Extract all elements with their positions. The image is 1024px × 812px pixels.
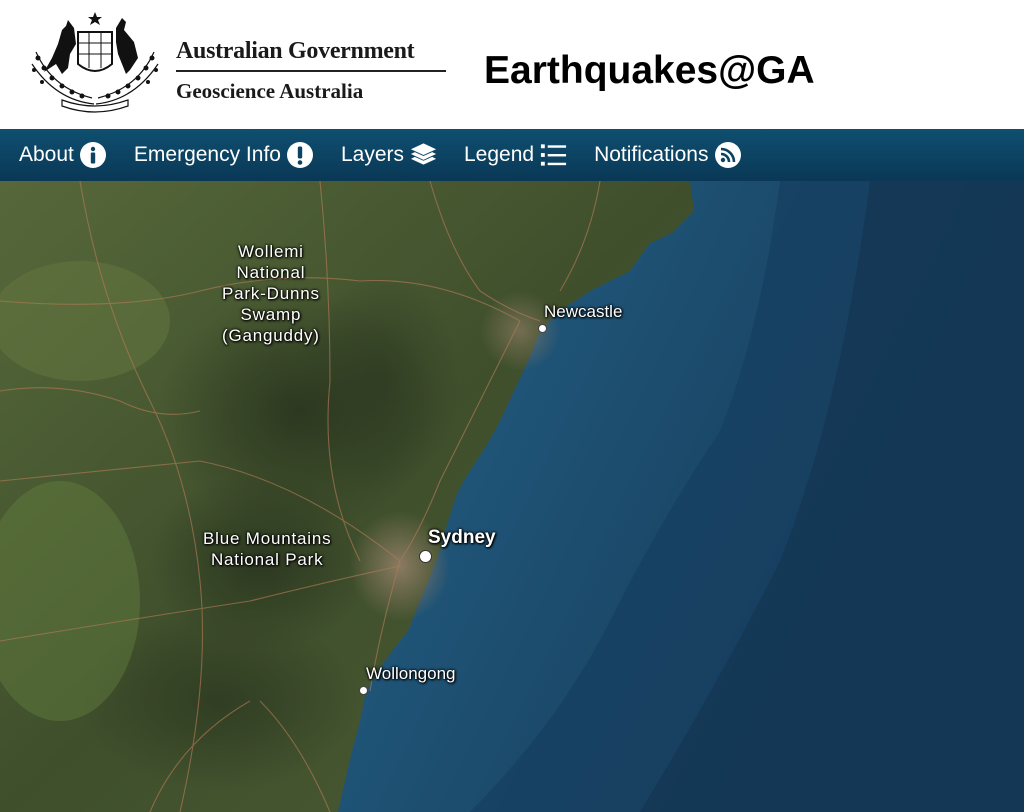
map-label-newcastle: Newcastle: [544, 302, 623, 321]
map-label-wollemi: Wollemi National Park-Dunns Swamp (Gangu…: [222, 241, 320, 346]
map-label-wollemi-line1: Wollemi: [238, 242, 304, 261]
branding-divider: [176, 70, 446, 72]
agency-name: Geoscience Australia: [176, 78, 364, 103]
map-label-wollongong: Wollongong: [366, 664, 456, 683]
nav-emergency-info[interactable]: Emergency Info: [134, 129, 315, 181]
map-label-blue-mountains-line2: National Park: [210, 550, 324, 569]
newcastle-marker[interactable]: [538, 324, 547, 333]
map-label-wollemi-line5: (Ganguddy): [222, 326, 320, 345]
nav-layers-label: Layers: [340, 143, 404, 166]
layers-icon: [409, 141, 438, 170]
info-icon: [79, 141, 108, 170]
nav-layers[interactable]: Layers: [341, 129, 438, 181]
wollongong-marker[interactable]: [359, 686, 368, 695]
nav-emergency-info-label: Emergency Info: [133, 143, 281, 166]
map-label-sydney: Sydney: [428, 527, 496, 548]
map-label-blue-mountains-line1: Blue Mountains: [203, 529, 332, 548]
exclamation-icon: [286, 141, 315, 170]
app-title: Earthquakes@GA: [484, 49, 815, 92]
nav-notifications-label: Notifications: [594, 143, 709, 166]
list-icon: [539, 141, 568, 170]
map-label-blue-mountains: Blue Mountains National Park: [203, 528, 331, 570]
nav-about-label: About: [19, 143, 74, 166]
main-navigation: About Emergency Info Layers Legend Notif…: [0, 129, 1024, 181]
site-header: Australian Government Geoscience Austral…: [0, 0, 1024, 129]
nav-legend[interactable]: Legend: [464, 129, 568, 181]
government-branding: Australian Government Geoscience Austral…: [176, 36, 446, 104]
sydney-marker[interactable]: [419, 550, 432, 563]
map-label-wollemi-line2: National: [236, 263, 306, 282]
satellite-map[interactable]: Wollemi National Park-Dunns Swamp (Gangu…: [0, 181, 1024, 812]
nav-legend-label: Legend: [464, 143, 535, 166]
rss-icon: [713, 141, 742, 170]
government-name: Australian Government: [176, 38, 415, 64]
nav-about[interactable]: About: [19, 129, 108, 181]
map-label-wollemi-line3: Park-Dunns: [222, 284, 320, 303]
nav-notifications[interactable]: Notifications: [594, 129, 742, 181]
commonwealth-coat-of-arms-icon: [22, 8, 168, 114]
map-label-wollemi-line4: Swamp: [240, 305, 302, 324]
